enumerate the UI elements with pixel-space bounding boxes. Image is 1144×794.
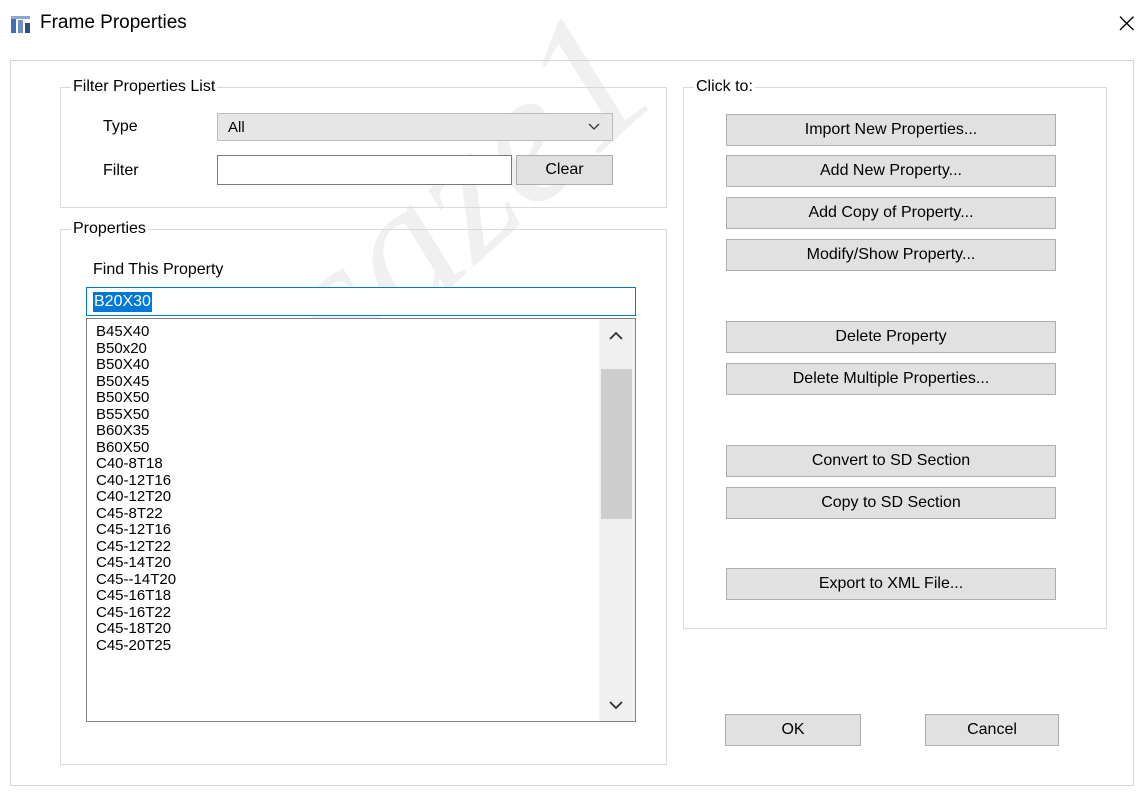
delete-multiple-properties-button[interactable]: Delete Multiple Properties... [726,363,1056,395]
properties-group-legend: Properties [73,220,146,237]
window-title: Frame Properties [40,12,187,33]
type-label: Type [103,118,138,135]
list-item[interactable]: C45-8T22 [96,505,163,522]
add-new-property-button[interactable]: Add New Property... [726,155,1056,187]
type-dropdown[interactable]: All [217,113,613,141]
list-item[interactable]: B50X50 [96,390,149,406]
chevron-down-icon [588,123,600,130]
properties-listbox[interactable]: B45X40 B50x20 B50X40 B50X45 B50X50 B55X50 B60X… [86,318,636,722]
import-properties-button[interactable]: Import New Properties... [726,114,1056,146]
type-dropdown-value: All [228,119,245,136]
filter-group: Filter Properties List [60,78,667,208]
export-xml-button[interactable]: Export to XML File... [726,568,1056,600]
scroll-down-icon[interactable] [609,700,623,710]
list-item[interactable]: C45-12T22 [96,538,171,555]
list-item[interactable]: C40-12T20 [96,489,171,505]
filter-label: Filter [103,162,139,179]
list-item[interactable]: C45--14T20 [96,571,176,588]
list-item[interactable]: C45-16T22 [96,604,171,621]
list-item[interactable]: B50X45 [96,373,149,390]
list-item[interactable]: C45-12T16 [96,522,171,538]
modify-show-property-button[interactable]: Modify/Show Property... [726,239,1056,271]
list-item[interactable]: C45-18T20 [96,621,171,637]
find-property-value: B20X30 [93,292,152,312]
list-item[interactable]: C40-8T18 [96,456,163,472]
list-item[interactable]: C40-12T16 [96,472,171,489]
scroll-up-icon[interactable] [609,331,623,341]
ok-button[interactable]: OK [725,714,861,746]
list-item[interactable]: C45-20T25 [96,637,171,654]
cancel-button[interactable]: Cancel [925,714,1059,746]
find-property-label: Find This Property [93,261,224,278]
list-item[interactable]: C45-16T18 [96,588,171,604]
title-bar: Frame Properties × [0,0,1144,44]
clear-button[interactable]: Clear [516,155,613,185]
filter-group-legend: Filter Properties List [73,78,216,95]
list-item[interactable]: C45-14T20 [96,555,171,571]
list-item[interactable]: B50X40 [96,357,149,373]
delete-property-button[interactable]: Delete Property [726,321,1056,353]
convert-to-sd-section-button[interactable]: Convert to SD Section [726,445,1056,477]
filter-input[interactable] [217,155,512,185]
add-copy-property-button[interactable]: Add Copy of Property... [726,197,1056,229]
list-item[interactable]: B60X35 [96,423,149,439]
vertical-scrollbar[interactable] [599,319,635,721]
close-icon[interactable]: × [1115,6,1138,39]
find-property-input[interactable]: B20X30 [86,287,636,316]
list-item[interactable]: B55X50 [96,406,149,423]
app-icon [11,16,30,33]
list-item[interactable]: B45X40 [96,324,149,340]
actions-group-legend: Click to: [696,78,753,95]
list-item[interactable]: B60X50 [96,439,149,456]
scrollbar-thumb[interactable] [601,369,632,519]
list-item[interactable]: B50x20 [96,340,147,357]
copy-to-sd-section-button[interactable]: Copy to SD Section [726,487,1056,519]
